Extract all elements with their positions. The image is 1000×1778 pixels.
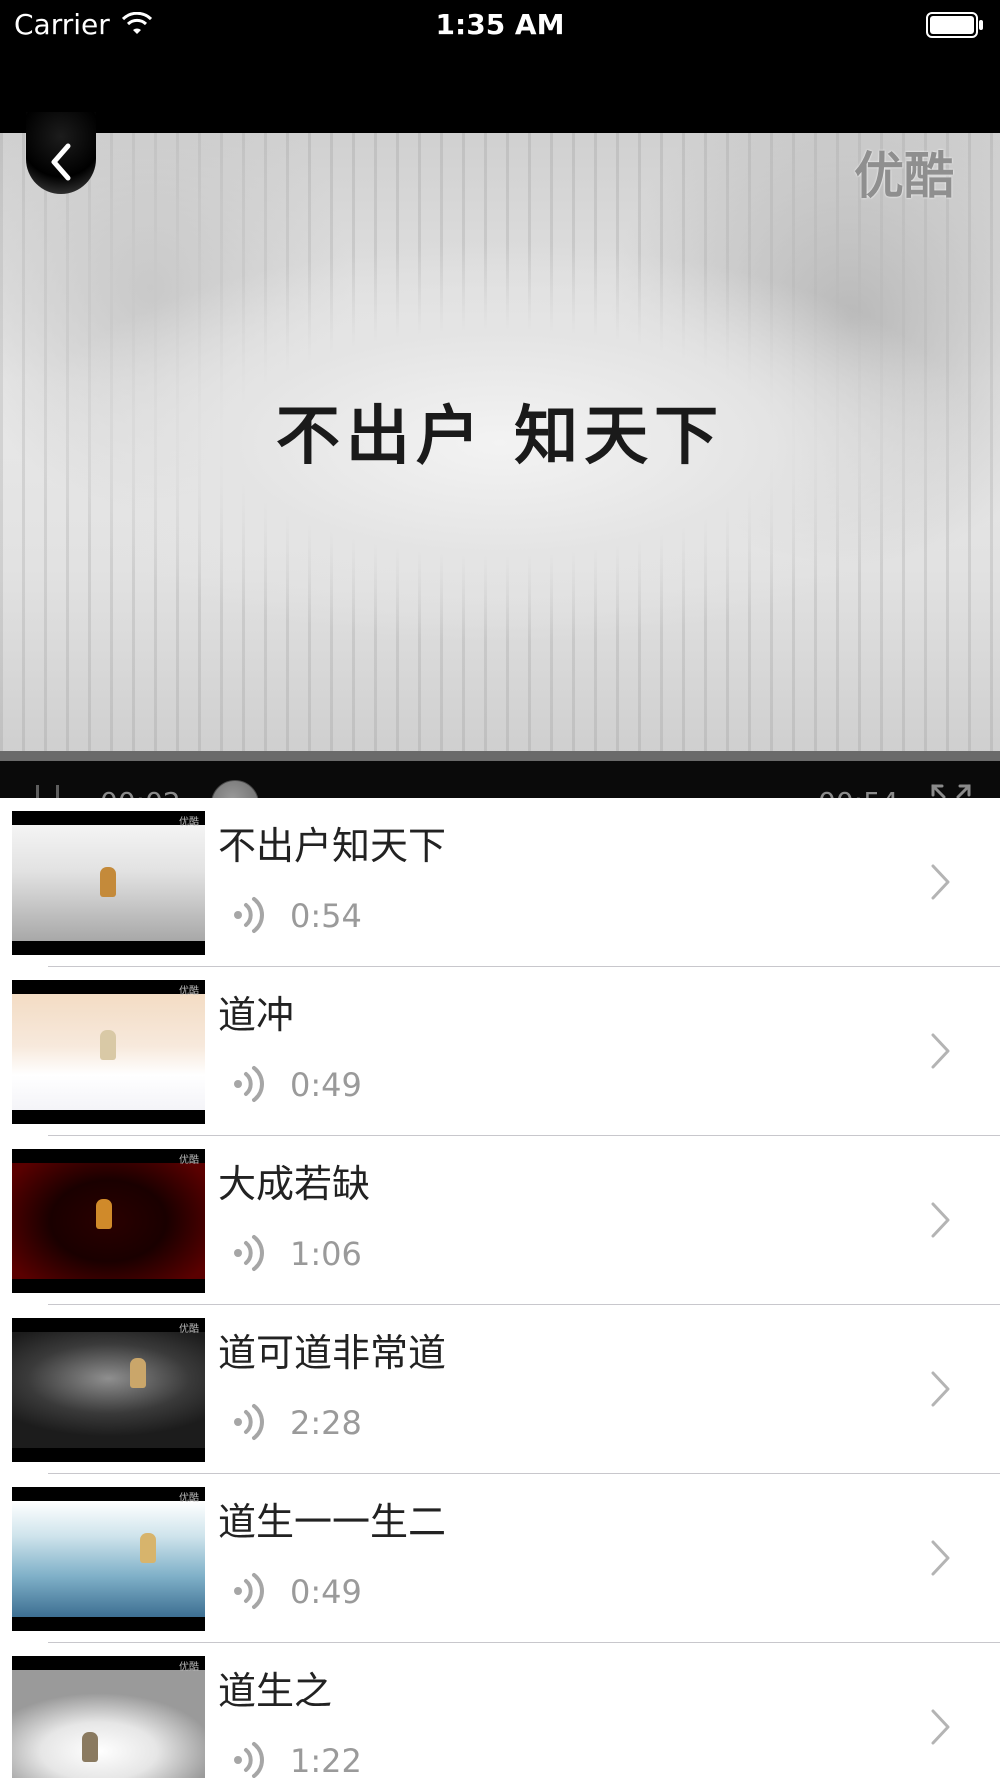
video-caption: 不出户 知天下 — [275, 399, 725, 474]
episode-thumbnail: 优酷 — [12, 1318, 205, 1462]
episode-row[interactable]: 优酷 大成若缺 1:06 — [0, 1136, 1000, 1305]
audio-icon — [234, 1404, 264, 1440]
thumbnail-figure — [100, 1030, 116, 1060]
thumbnail-watermark: 优酷 — [179, 1493, 199, 1504]
thumbnail-figure — [130, 1358, 146, 1388]
app-screen: Carrier 1:35 AM 不出户 知天下 优酷 0 — [0, 0, 1000, 1778]
audio-icon — [234, 897, 264, 933]
chevron-right-icon — [931, 1709, 950, 1745]
episode-thumbnail: 优酷 — [12, 1487, 205, 1631]
chevron-right-icon — [931, 1540, 950, 1576]
back-button[interactable] — [26, 112, 96, 194]
episode-row[interactable]: 优酷 道可道非常道 2:28 — [0, 1305, 1000, 1474]
episode-row[interactable]: 优酷 道冲 0:49 — [0, 967, 1000, 1136]
episode-title: 道生之 — [218, 1669, 333, 1713]
episode-row[interactable]: 优酷 道生一一生二 0:49 — [0, 1474, 1000, 1643]
episode-list: 优酷 不出户知天下 0:54 优酷 道冲 0:49 优酷 大成若缺 1:06 优… — [0, 798, 1000, 1778]
episode-duration: 0:49 — [290, 1573, 362, 1611]
episode-title: 道冲 — [218, 993, 295, 1037]
thumbnail-scene — [12, 1501, 205, 1617]
audio-icon — [234, 1235, 264, 1271]
chevron-right-icon — [931, 1371, 950, 1407]
thumbnail-watermark: 优酷 — [179, 1155, 199, 1166]
episode-thumbnail: 优酷 — [12, 1149, 205, 1293]
thumbnail-watermark: 优酷 — [179, 1324, 199, 1335]
audio-icon — [234, 1742, 264, 1778]
thumbnail-watermark: 优酷 — [179, 986, 199, 997]
episode-thumbnail: 优酷 — [12, 811, 205, 955]
episode-duration: 1:22 — [290, 1742, 362, 1778]
audio-icon — [234, 1066, 264, 1102]
episode-duration: 0:54 — [290, 897, 362, 935]
chevron-right-icon — [931, 864, 950, 900]
video-player[interactable]: 不出户 知天下 优酷 00:02 00:54 — [0, 50, 1000, 848]
thumbnail-scene — [12, 1332, 205, 1448]
thumbnail-watermark: 优酷 — [179, 817, 199, 828]
episode-title: 不出户知天下 — [218, 824, 447, 868]
audio-icon — [234, 1573, 264, 1609]
video-frame-edge — [0, 751, 1000, 761]
episode-title: 道生一一生二 — [218, 1500, 447, 1544]
thumbnail-watermark: 优酷 — [179, 1662, 199, 1673]
episode-title: 大成若缺 — [218, 1162, 371, 1206]
chevron-right-icon — [931, 1033, 950, 1069]
episode-row[interactable]: 优酷 不出户知天下 0:54 — [0, 798, 1000, 967]
clock: 1:35 AM — [435, 8, 565, 41]
thumbnail-figure — [140, 1533, 156, 1563]
episode-duration: 0:49 — [290, 1066, 362, 1104]
episode-title: 道可道非常道 — [218, 1331, 447, 1375]
back-chevron-icon — [51, 143, 71, 181]
thumbnail-scene — [12, 1670, 205, 1778]
episode-duration: 2:28 — [290, 1404, 362, 1442]
chevron-right-icon — [931, 1202, 950, 1238]
thumbnail-figure — [82, 1732, 98, 1762]
status-bar: Carrier 1:35 AM — [0, 0, 1000, 50]
episode-duration: 1:06 — [290, 1235, 362, 1273]
youku-watermark: 优酷 — [854, 147, 954, 205]
episode-thumbnail: 优酷 — [12, 1656, 205, 1778]
thumbnail-figure — [96, 1199, 112, 1229]
thumbnail-figure — [100, 867, 116, 897]
episode-thumbnail: 优酷 — [12, 980, 205, 1124]
episode-row[interactable]: 优酷 道生之 1:22 — [0, 1643, 1000, 1778]
battery-icon — [926, 12, 983, 38]
